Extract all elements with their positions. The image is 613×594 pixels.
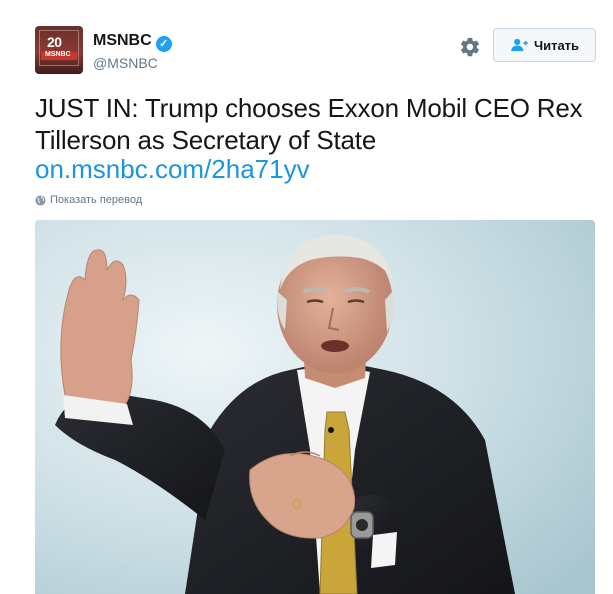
- gear-icon[interactable]: [459, 36, 481, 58]
- translate-label: Показать перевод: [50, 194, 143, 206]
- avatar-brand: MSNBC: [45, 51, 71, 58]
- tweet-link[interactable]: on.msnbc.com/2ha71yv: [35, 153, 310, 185]
- avatar[interactable]: 20 MSNBC: [35, 26, 83, 74]
- tweet-header: 20 MSNBC MSNBC ✓ @MSNBC Читать: [35, 26, 596, 74]
- tweet-text: JUST IN: Trump chooses Exxon Mobil CEO R…: [35, 93, 583, 155]
- account-name-row[interactable]: MSNBC ✓: [93, 32, 172, 52]
- translate-link[interactable]: Показать перевод: [35, 194, 142, 206]
- avatar-badge: 20: [47, 34, 62, 50]
- follow-button[interactable]: Читать: [493, 28, 596, 62]
- follow-label: Читать: [533, 37, 580, 53]
- account-name[interactable]: MSNBC: [93, 32, 152, 49]
- add-user-icon: [511, 38, 528, 52]
- tweet-photo[interactable]: [35, 220, 595, 594]
- globe-icon: [35, 194, 46, 206]
- account-handle[interactable]: @MSNBC: [93, 55, 158, 71]
- verified-badge-icon: ✓: [155, 36, 172, 52]
